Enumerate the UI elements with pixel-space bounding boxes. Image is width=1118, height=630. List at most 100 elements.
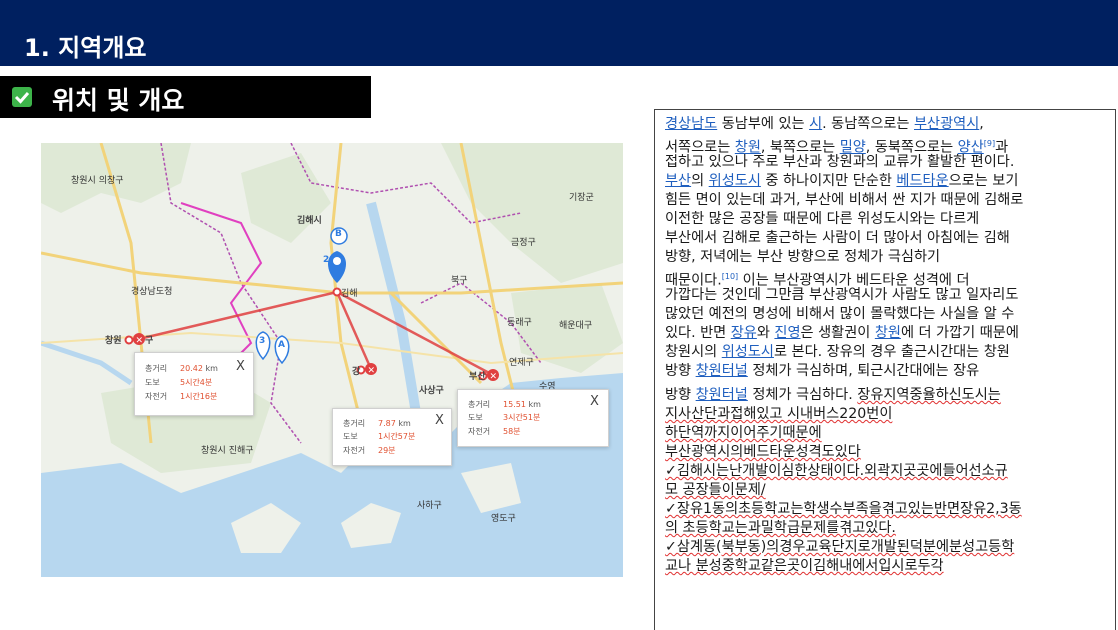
popup-walk-label: 도보: [145, 378, 160, 387]
page-title: 1. 지역개요: [24, 34, 147, 62]
text-line-18: 부산광역시의베드타운성격도있다: [665, 444, 861, 460]
map-pin-2-label: 2: [323, 255, 330, 265]
map-label-gijang: 기장군: [569, 193, 594, 203]
map-label-gyeongnam-office: 경상남도청: [131, 287, 173, 297]
map-pin-3-label: 3: [259, 336, 266, 346]
svg-text:✕: ✕: [490, 372, 498, 382]
map-label-gimhae-pin: 김해: [341, 289, 358, 299]
popup-bike-value: 1시간16분: [180, 392, 218, 401]
link-satellite-city-2[interactable]: 위성도시: [722, 344, 774, 360]
route-map: ✕ ✕ ✕ 창원시 의창구 기장군 김해시 금정구 경상남도청 창원 구 김해 …: [41, 143, 623, 577]
text-line-8: 방향, 저녁에는 부산 방향으로 정체가 극심하기: [665, 249, 941, 265]
text-span: 창원시의: [665, 344, 722, 360]
link-satellite-city[interactable]: 위성도시: [709, 173, 761, 189]
link-changwon-tunnel-2[interactable]: 창원터널: [696, 387, 748, 403]
map-pin-b-label: B: [335, 229, 342, 239]
map-graphic: ✕ ✕ ✕: [41, 143, 623, 577]
section-title: 위치 및 개요: [52, 86, 185, 115]
popup-walk-label: 도보: [343, 432, 358, 441]
text-line-10: 가깝다는 것인데 그만큼 부산광역시가 사람도 많고 일자리도: [665, 287, 1019, 303]
text-line-13: 창원시의 위성도시로 본다. 장유의 경우 출근시간대는 창원: [665, 343, 1010, 362]
text-line-12: 있다. 반면 장유와 진영은 생활권이 창원에 더 가깝기 때문에: [665, 324, 1019, 343]
text-span: 동남부에 있는: [717, 116, 810, 132]
popup-walk-value: 5시간4분: [180, 378, 213, 387]
text-line-4: 부산의 위성도시 중 하나이지만 단순한 베드타운으로는 보기: [665, 172, 1018, 191]
map-label-yeongdo: 영도구: [491, 514, 516, 524]
popup-dist-label: 총거리: [145, 364, 168, 373]
popup-bike-value: 58분: [503, 427, 521, 436]
text-span: 방향: [665, 363, 696, 379]
text-line-22: 의 초등학교는과밀학급문제를겪고있다.: [665, 520, 896, 536]
text-span: 방향: [665, 387, 696, 403]
map-label-yeonje: 연제구: [509, 358, 534, 368]
link-jangyu[interactable]: 장유: [731, 325, 757, 341]
map-label-geumjeong: 금정구: [511, 238, 536, 248]
map-label-buk: 북구: [451, 276, 468, 286]
footnote-10[interactable]: [10]: [722, 272, 738, 281]
text-span: 으로는 보기: [948, 173, 1019, 189]
popup-dist-value: 20.42: [180, 364, 203, 373]
map-pin-a-label: A: [278, 340, 285, 350]
text-line-20: 모 공장들이문제/: [665, 482, 766, 498]
map-label-busan: 부산: [469, 372, 486, 382]
popup-close-icon[interactable]: X: [236, 359, 245, 374]
popup-close-icon[interactable]: X: [435, 413, 444, 428]
map-label-gimhae: 김해시: [297, 216, 322, 226]
popup-dist-value: 7.87: [378, 419, 396, 428]
map-label-changwon: 창원: [105, 336, 122, 346]
link-busan-metro[interactable]: 부산광역시: [914, 116, 979, 132]
text-line-19: ✓김해시는난개발이심한상태이다.외곽지곳곳에들어선소규: [665, 463, 1008, 479]
link-jinyeong[interactable]: 진영: [774, 325, 800, 341]
text-line-3: 접하고 있으나 주로 부산과 창원과의 교류가 활발한 편이다.: [665, 154, 1015, 170]
text-span: 의: [691, 173, 709, 189]
popup-dist-value: 15.51: [503, 400, 526, 409]
text-span: 정체가 극심하며, 퇴근시간대에는 장유: [747, 363, 980, 379]
text-line-15: 방향 창원터널 정체가 극심하다. 장유지역중율하신도시는: [665, 386, 1001, 405]
overview-textbox[interactable]: 경상남도 동남부에 있는 시. 동남쪽으로는 부산광역시, 서쪽으로는 창원, …: [654, 109, 1116, 630]
svg-text:✕: ✕: [136, 336, 144, 346]
popup-dist-label: 총거리: [343, 419, 366, 428]
section-header: 위치 및 개요: [0, 76, 371, 118]
text-span: 있다. 반면: [665, 325, 731, 341]
text-line-23: ✓삼계동(북부동)의경우교육단지로개발된덕분에분성고등학: [665, 539, 1015, 555]
popup-bike-label: 자전거: [343, 446, 366, 455]
header-bar: 1. 지역개요: [0, 0, 1118, 66]
text-span: 에 더 가깝기 때문에: [900, 325, 1019, 341]
popup-dist-unit: km: [398, 419, 411, 428]
svg-text:✕: ✕: [368, 366, 376, 376]
text-span: ,: [979, 116, 984, 132]
text-span: 은 생활권이: [800, 325, 875, 341]
map-label-dongrae: 동래구: [507, 318, 532, 328]
text-span: 와: [756, 325, 775, 341]
text-line-6: 이전한 많은 공장들 때문에 다른 위성도시와는 다르게: [665, 211, 980, 227]
route-popup-changwon: 총거리 20.42 km 도보 5시간4분 자전거 1시간16분 X: [134, 352, 254, 416]
link-si[interactable]: 시: [809, 116, 822, 132]
route-popup-busan: 총거리 15.51 km 도보 3시간51분 자전거 58분 X: [457, 389, 609, 447]
text-span: 중 하나이지만 단순한: [760, 173, 897, 189]
map-label-gu: 구: [145, 336, 154, 346]
footnote-9[interactable]: [9]: [984, 139, 995, 148]
text-line-7: 부산에서 김해로 출근하는 사람이 더 많아서 아침에는 김해: [665, 230, 1010, 246]
link-busan[interactable]: 부산: [665, 173, 691, 189]
map-label-haeundae: 해운대구: [559, 321, 593, 331]
popup-dist-unit: km: [528, 400, 541, 409]
text-line-21: ✓장유1동의초등학교는학생수부족을겪고있는반면장유2,3동: [665, 501, 1022, 517]
link-gyeongnam[interactable]: 경상남도: [665, 116, 717, 132]
popup-bike-value: 29분: [378, 446, 396, 455]
popup-dist-label: 총거리: [468, 400, 491, 409]
link-changwon-tunnel[interactable]: 창원터널: [696, 363, 748, 379]
popup-walk-label: 도보: [468, 413, 483, 422]
text-line-17: 하단역까지이어주기때문에: [665, 425, 822, 441]
popup-walk-value: 3시간51분: [503, 413, 541, 422]
popup-close-icon[interactable]: X: [590, 394, 599, 409]
text-span: 장유지역중율하신도시는: [857, 387, 1001, 403]
checkbox-icon: [12, 87, 32, 107]
text-span: 정체가 극심하다.: [747, 387, 858, 403]
popup-dist-unit: km: [205, 364, 218, 373]
popup-bike-label: 자전거: [468, 427, 491, 436]
text-line-24: 교나 분성중학교같은곳이김해내에서입시로두각: [665, 558, 944, 574]
link-bedtown[interactable]: 베드타운: [896, 173, 948, 189]
link-changwon-2[interactable]: 창원: [875, 325, 901, 341]
text-span: . 동남쪽으로는: [822, 116, 914, 132]
text-line-16: 지사산단과접해있고 시내버스220번이: [665, 406, 893, 422]
